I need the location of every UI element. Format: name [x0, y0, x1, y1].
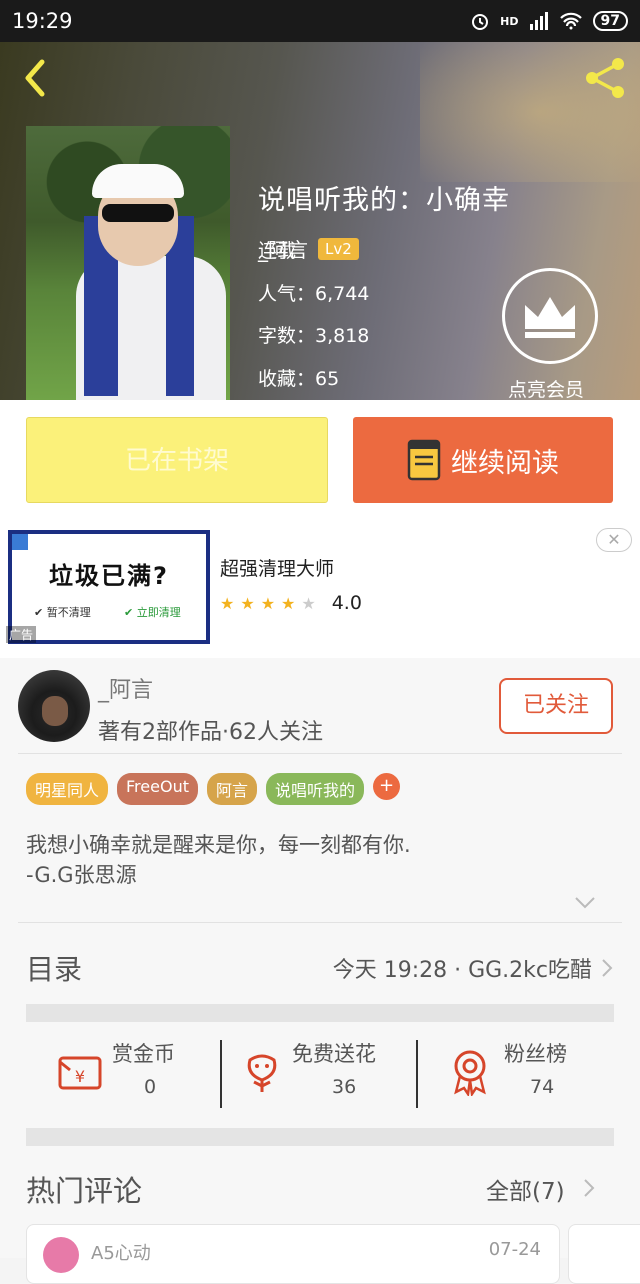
book-header: 说唱听我的：小确幸 _阿言 Lv2 连载 人气：6,744 字数：3,818 收… [0, 42, 640, 400]
action-row: 已在书架 继续阅读 [0, 400, 640, 522]
close-ad-icon[interactable]: ✕ [596, 528, 632, 552]
author-name[interactable]: _阿言 [98, 672, 153, 704]
ad-option-no: 暂不清理 [46, 606, 91, 619]
add-tag-button[interactable]: + [373, 773, 401, 800]
divider [18, 922, 622, 923]
star-icon: ★ [220, 593, 235, 613]
star-icon: ★ [240, 593, 255, 613]
tag[interactable]: 阿言 [206, 773, 257, 805]
chevron-right-icon[interactable] [582, 1178, 596, 1198]
table-of-contents-row[interactable]: 目录 今天 19:28 · GG.2kc吃醋 [26, 948, 614, 1002]
book-title: 说唱听我的：小确幸 [258, 185, 510, 216]
commenter-name: A5心动 [91, 1243, 151, 1264]
status-time: 19:29 [12, 9, 73, 33]
follow-button[interactable]: 已关注 [499, 678, 613, 734]
comment-card[interactable]: A5心动 07-24 [26, 1224, 560, 1284]
separator-strip [26, 1004, 614, 1022]
ad-image[interactable]: 垃圾已满? ✔ 暂不清理 ✔ 立即清理 [8, 530, 210, 644]
rewards-row: ¥ 赏金币 0 免费送花 36 粉丝榜 74 [26, 1034, 614, 1110]
commenter-avatar[interactable] [43, 1237, 79, 1273]
chevron-down-icon[interactable] [574, 894, 596, 912]
network-type: HD [500, 14, 519, 28]
comment-date: 07-24 [488, 1239, 541, 1260]
vip-label[interactable]: 点亮会员 [508, 375, 584, 400]
author-section: _阿言 著有2部作品·62人关注 已关注 明星同人 FreeOut 阿言 说唱听… [0, 658, 640, 1284]
ad-banner[interactable]: 垃圾已满? ✔ 暂不清理 ✔ 立即清理 广告 超强清理大师 ★ ★ ★ ★ ★ … [0, 522, 640, 658]
book-status: 连载 [258, 240, 297, 262]
divider [18, 753, 622, 754]
rosette-medal-icon [454, 1050, 486, 1096]
back-icon[interactable] [16, 56, 56, 100]
book-word-count: 字数：3,818 [258, 325, 370, 347]
svg-text:¥: ¥ [75, 1067, 85, 1086]
battery-level: 97 [592, 11, 628, 31]
all-comments-link[interactable]: 全部(7) [486, 1172, 565, 1206]
signal-icon [529, 12, 548, 30]
ad-tag: 广告 [6, 626, 37, 643]
wifi-icon [559, 12, 582, 30]
continue-reading-button[interactable]: 继续阅读 [353, 417, 613, 503]
reward-count: 74 [530, 1076, 555, 1098]
ad-option-yes: 立即清理 [136, 606, 181, 619]
tag[interactable]: FreeOut [117, 773, 198, 805]
author-avatar[interactable] [18, 670, 90, 742]
reward-count: 0 [144, 1076, 157, 1098]
share-icon[interactable] [582, 54, 630, 102]
toc-label: 目录 [26, 953, 83, 986]
separator-strip [26, 1128, 614, 1146]
crown-icon [525, 297, 575, 338]
book-favorites: 收藏：65 [258, 368, 340, 390]
flower-icon [247, 1054, 277, 1092]
reward-label: 免费送花 [292, 1042, 376, 1066]
reward-fans[interactable]: 粉丝榜 74 [420, 1034, 614, 1110]
star-empty-icon: ★ [301, 593, 316, 613]
reward-coins[interactable]: ¥ 赏金币 0 [26, 1034, 222, 1110]
tag[interactable]: 说唱听我的 [266, 773, 365, 805]
book-cover[interactable] [26, 126, 230, 400]
star-icon: ★ [281, 593, 296, 613]
book-icon [407, 439, 441, 481]
reward-label: 粉丝榜 [504, 1042, 567, 1066]
on-shelf-button[interactable]: 已在书架 [26, 417, 328, 503]
star-icon: ★ [260, 593, 276, 613]
author-stats: 著有2部作品·62人关注 [98, 720, 323, 745]
app-corner-icon [12, 534, 28, 550]
comment-card[interactable] [568, 1224, 640, 1284]
continue-reading-label: 继续阅读 [451, 447, 559, 479]
hot-comments-label: 热门评论 [26, 1174, 143, 1208]
level-badge: Lv2 [318, 237, 359, 260]
reward-flowers[interactable]: 免费送花 36 [224, 1034, 418, 1110]
ad-rating: 4.0 [331, 592, 362, 614]
reward-count: 36 [332, 1076, 357, 1098]
ad-rating-stars: ★ ★ ★ ★ ★ 4.0 [220, 592, 362, 614]
alarm-icon [472, 14, 489, 30]
gold-coin-envelope-icon: ¥ [58, 1056, 102, 1090]
latest-chapter: 今天 19:28 · GG.2kc吃醋 [332, 958, 592, 983]
vip-button[interactable] [502, 268, 598, 364]
reward-label: 赏金币 [112, 1042, 175, 1066]
chevron-right-icon [602, 959, 613, 977]
status-bar: 19:29 HD 97 [0, 0, 640, 42]
tag[interactable]: 明星同人 [26, 773, 109, 805]
ad-headline: 垃圾已满? [49, 562, 169, 590]
tag-list: 明星同人 FreeOut 阿言 说唱听我的 + [26, 773, 401, 805]
book-description: 我想小确幸就是醒来是你，每一刻都有你. -G.G张思源 [26, 833, 411, 887]
book-popularity: 人气：6,744 [258, 283, 370, 305]
ad-title[interactable]: 超强清理大师 [220, 554, 334, 581]
